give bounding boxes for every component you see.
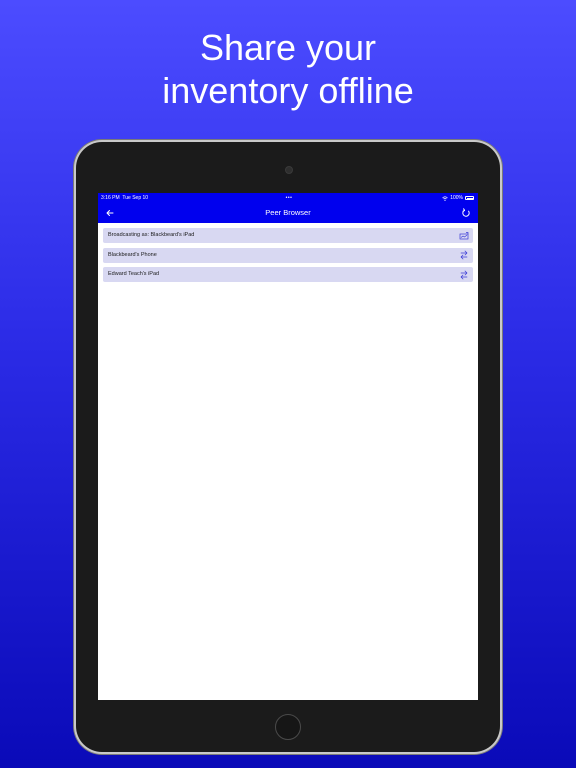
wifi-icon — [442, 195, 448, 201]
list-item-label: Broadcasting as: Blackbeard's iPad — [108, 232, 195, 238]
list-item-peer[interactable]: Blackbeard's Phone — [103, 247, 473, 263]
status-time: 3:16 PM Tue Sep 10 — [101, 195, 149, 201]
battery-percent: 100% — [450, 195, 463, 201]
list-item-broadcasting[interactable]: Broadcasting as: Blackbeard's iPad — [103, 228, 473, 243]
camera-icon — [285, 166, 293, 174]
headline-line-2: inventory offline — [162, 70, 414, 111]
page-title: Peer Browser — [265, 208, 311, 217]
status-right: 100% — [442, 193, 474, 203]
marketing-headline: Share your inventory offline — [0, 26, 576, 112]
list-item-label: Edward Teach's iPad — [108, 271, 160, 277]
swap-icon — [460, 250, 468, 260]
broadcast-icon — [459, 231, 469, 239]
swap-icon — [460, 270, 468, 279]
status-bar: 3:16 PM Tue Sep 10 ••• 100% — [98, 193, 478, 203]
list-item-label: Blackbeard's Phone — [108, 251, 157, 258]
ipad-frame: 3:16 PM Tue Sep 10 ••• 100% Peer Browser — [76, 142, 500, 752]
headline-line-1: Share your — [199, 27, 377, 68]
multitasking-dots: ••• — [285, 195, 293, 201]
nav-bar: Peer Browser — [98, 203, 478, 223]
peer-list: Broadcasting as: Blackbeard's iPad Black… — [103, 228, 473, 287]
app-screen: 3:16 PM Tue Sep 10 ••• 100% Peer Browser — [98, 193, 478, 700]
refresh-icon[interactable] — [460, 207, 472, 219]
home-button[interactable] — [275, 714, 301, 740]
list-item-peer[interactable]: Edward Teach's iPad — [103, 267, 473, 282]
battery-icon — [465, 196, 474, 200]
